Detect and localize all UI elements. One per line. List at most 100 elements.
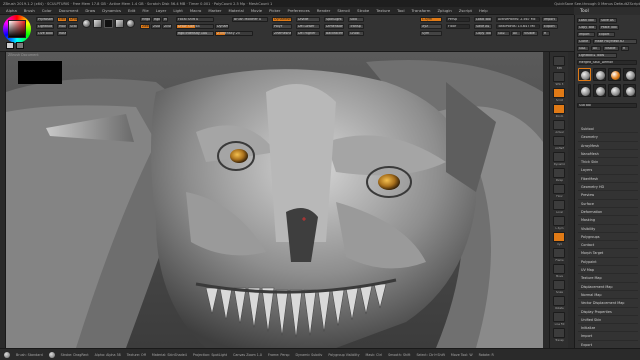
menu-layer[interactable]: Layer — [156, 8, 167, 13]
panel-load-tool-button[interactable]: Load Tool — [577, 18, 597, 23]
tool-thumb-sphere[interactable] — [593, 68, 606, 81]
menu-stroke[interactable]: Stroke — [357, 8, 369, 13]
panel-lightbox-tools-button[interactable]: Lightbox ▸ Tools — [577, 53, 617, 58]
subpalette-vector-displacement[interactable]: Vector Displacement Map — [578, 299, 638, 308]
panel-visible-button[interactable]: Visible — [603, 46, 619, 51]
menu-material[interactable]: Material — [228, 8, 243, 13]
menu-color[interactable]: Color — [42, 8, 52, 13]
mrgb-button[interactable]: Mrgb — [140, 17, 151, 22]
menu-file[interactable]: File — [142, 8, 148, 13]
local-button[interactable] — [553, 200, 565, 210]
subpalette-arraymesh[interactable]: ArrayMesh — [578, 142, 638, 150]
symmetry-button[interactable]: Sym — [420, 31, 442, 36]
menu-render[interactable]: Render — [317, 8, 331, 13]
aahalf-button[interactable] — [553, 136, 565, 146]
subpalette-thick-skin[interactable]: Thick Skin — [578, 158, 638, 167]
frame-button[interactable] — [553, 248, 565, 258]
subpalette-layers[interactable]: Layers — [578, 166, 638, 175]
ghost-button[interactable]: Ghost — [348, 31, 364, 36]
subpalette-display-properties[interactable]: Display Properties — [578, 308, 638, 316]
projection-master-button[interactable]: PrjMaster — [36, 17, 54, 22]
menu-tool[interactable]: Tool — [397, 8, 404, 13]
floor-toggle-button[interactable] — [553, 184, 565, 194]
spix-button[interactable] — [553, 72, 565, 82]
subpalette-uv-map[interactable]: UV Map — [578, 266, 638, 275]
subpalette-polygroups[interactable]: Polygroups — [578, 233, 638, 242]
menu-zscript[interactable]: Zscript — [459, 8, 472, 13]
menu-picker[interactable]: Picker — [269, 8, 280, 13]
copy-tool-button[interactable]: Copy Tool — [474, 31, 492, 36]
move-button[interactable]: Move — [57, 24, 67, 29]
panel-clone-button[interactable]: Clone — [577, 39, 591, 44]
dynamic-button[interactable]: Dynamic — [215, 24, 229, 29]
spotlight-button[interactable]: SpotLight — [324, 17, 344, 22]
lightbox-button[interactable]: LightBox — [36, 24, 54, 29]
transp-view-button[interactable] — [553, 328, 565, 338]
subpalette-preview[interactable]: Preview — [578, 191, 638, 200]
panel-make-polymesh-button[interactable]: Make PolyMesh3D — [593, 39, 637, 44]
menu-light[interactable]: Light — [173, 8, 182, 13]
scroll-button[interactable] — [553, 88, 565, 98]
solo-button[interactable]: Solo — [348, 17, 364, 22]
all-button[interactable]: All — [511, 31, 521, 36]
secondary-color-swatch[interactable] — [16, 42, 24, 49]
draw-size-slider[interactable]: Draw Size 64 — [176, 24, 214, 29]
tool-thumb-polymesh[interactable] — [608, 68, 621, 81]
floor-button[interactable]: Floor — [446, 24, 470, 29]
rotate-button[interactable]: Rotate — [57, 31, 67, 36]
export-button[interactable]: Export — [542, 24, 558, 29]
subpalette-polypaint[interactable]: Polypaint — [578, 258, 638, 267]
subpalette-visibility[interactable]: Visibility — [578, 225, 638, 233]
panel-paste-tool-button[interactable]: Paste Tool — [599, 25, 619, 30]
save-as-button[interactable]: Save As — [474, 24, 492, 29]
import-button[interactable]: Import — [542, 17, 558, 22]
tool-thumb-5[interactable] — [593, 84, 606, 97]
menu-marker[interactable]: Marker — [208, 8, 221, 13]
bpr-button[interactable] — [553, 56, 565, 66]
subpalette-contact[interactable]: Contact — [578, 241, 638, 250]
tool-thumb-6[interactable] — [608, 84, 621, 97]
zsub-button[interactable]: Zsub — [151, 24, 161, 29]
line-fill-button[interactable] — [553, 312, 565, 322]
subpalette-initialize[interactable]: Initialize — [578, 324, 638, 333]
tool-thumb-current[interactable] — [578, 68, 591, 81]
r-button[interactable]: R — [542, 31, 550, 36]
menu-help[interactable]: Help — [479, 8, 488, 13]
rotate-view-button[interactable] — [553, 296, 565, 306]
menu-zplugin[interactable]: Zplugin — [437, 8, 451, 13]
scale-view-button[interactable] — [553, 280, 565, 290]
menu-brush[interactable]: Brush — [24, 8, 35, 13]
move-view-button[interactable] — [553, 264, 565, 274]
subpalette-surface[interactable]: Surface — [578, 200, 638, 208]
panel-save-as-button[interactable]: Save As — [599, 18, 617, 23]
subpalette-unified-skin[interactable]: Unified Skin — [578, 316, 638, 325]
stroke-icon[interactable] — [93, 19, 102, 28]
subpalette-import[interactable]: Import — [578, 332, 638, 341]
subpalette-displacement-map[interactable]: Displacement Map — [578, 283, 638, 291]
draw-button[interactable]: Draw — [68, 17, 78, 22]
panel-all-button[interactable]: All — [591, 46, 601, 51]
dimensions-button[interactable]: Dimensions — [324, 24, 344, 29]
transp-button[interactable]: Transp — [348, 24, 364, 29]
actual-button[interactable] — [553, 120, 565, 130]
subpalette-geometry[interactable]: Geometry — [578, 133, 638, 142]
zoom-button[interactable] — [553, 104, 565, 114]
stroke-thumb-icon[interactable] — [48, 351, 55, 358]
goz-button[interactable]: GoZ — [496, 31, 510, 36]
panel-goz-button[interactable]: GoZ — [577, 46, 589, 51]
subpalette-deformation[interactable]: Deformation — [578, 208, 638, 217]
brush-icon[interactable] — [82, 19, 91, 28]
subpalette-nanomesh[interactable]: NanoMesh — [578, 150, 638, 159]
brush-modifier-slider[interactable]: Brush Modifier 0 — [232, 17, 268, 22]
menu-movie[interactable]: Movie — [251, 8, 262, 13]
m-button[interactable]: M — [162, 17, 168, 22]
subpalette-fibermesh[interactable]: FiberMesh — [578, 175, 638, 184]
del-lower-button[interactable]: Del Lower — [296, 24, 320, 29]
visible-button[interactable]: Visible — [522, 31, 538, 36]
menu-draw[interactable]: Draw — [85, 8, 95, 13]
dynamic-persp-button[interactable] — [553, 152, 565, 162]
subpalette-texture-map[interactable]: Texture Map — [578, 274, 638, 283]
panel-copy-tool-button[interactable]: Copy Tool — [577, 25, 597, 30]
dynamesh-button[interactable]: DynaMesh — [272, 17, 292, 22]
color-picker-square[interactable] — [8, 20, 26, 38]
